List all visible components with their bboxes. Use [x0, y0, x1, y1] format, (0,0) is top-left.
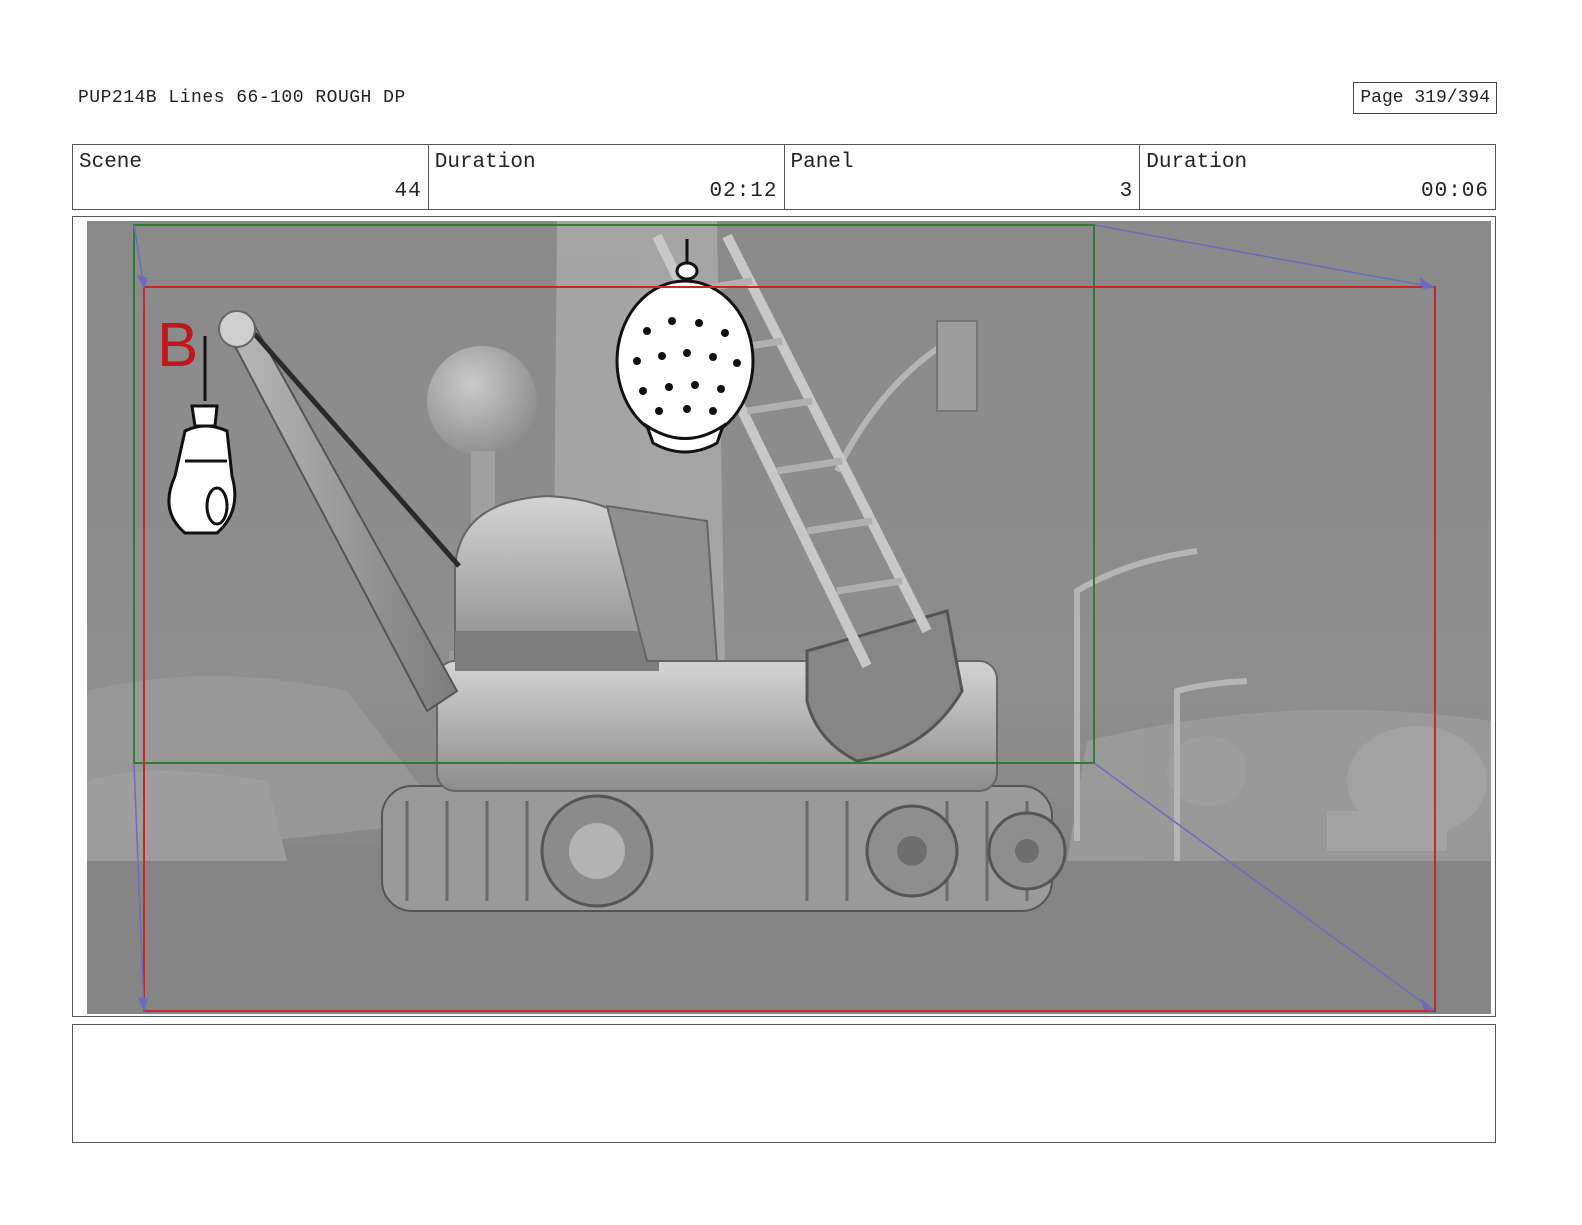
panel-duration-label: Duration	[1146, 151, 1248, 174]
storyboard-panel-image: B	[87, 221, 1491, 1014]
scene-duration-cell: Duration 02:12	[429, 145, 785, 209]
panel-duration-value: 00:06	[1420, 180, 1489, 203]
scene-duration-value: 02:12	[709, 180, 778, 203]
panel-notes-box	[72, 1024, 1496, 1143]
field-mark-letter: B	[157, 311, 198, 380]
traffic-light	[936, 320, 978, 412]
panel-label: Panel	[790, 151, 854, 174]
scene-label: Scene	[79, 151, 143, 174]
scene-value: 44	[394, 180, 422, 203]
document-title: PUP214B Lines 66-100 ROUGH DP	[78, 88, 406, 108]
scene-cell: Scene 44	[73, 145, 429, 209]
panel-duration-cell: Duration 00:06	[1140, 145, 1495, 209]
panel-cell: Panel 3	[785, 145, 1141, 209]
page-number: Page 319/394	[1353, 82, 1497, 114]
storyboard-panel-frame: B	[72, 216, 1496, 1017]
scene-duration-label: Duration	[434, 151, 536, 174]
panel-value: 3	[1119, 180, 1134, 203]
scene-info-table: Scene 44 Duration 02:12 Panel 3 Duration…	[72, 144, 1496, 210]
